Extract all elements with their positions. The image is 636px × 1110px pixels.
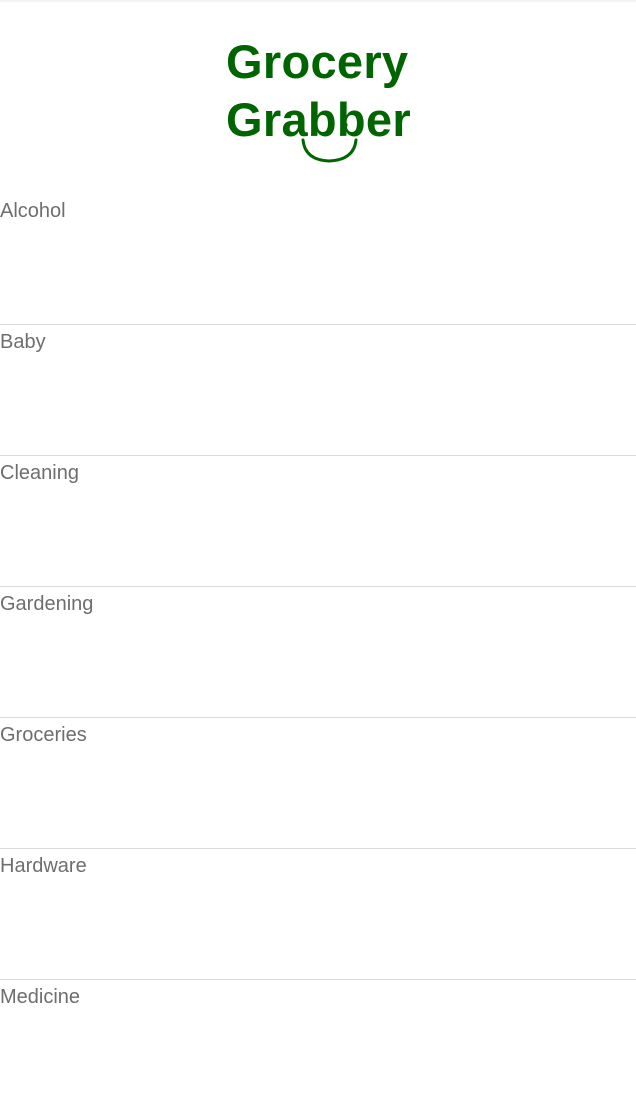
category-label: Alcohol xyxy=(0,200,66,222)
smile-mouth xyxy=(301,138,358,163)
smile-icon xyxy=(301,122,358,163)
smile-eye-left xyxy=(312,122,318,128)
category-item-groceries[interactable]: Groceries xyxy=(0,718,636,849)
category-item-cleaning[interactable]: Cleaning xyxy=(0,456,636,587)
app-header: Grocery Grabber xyxy=(0,0,636,196)
category-item-medicine[interactable]: Medicine xyxy=(0,980,636,1110)
category-label: Baby xyxy=(0,331,46,353)
category-item-hardware[interactable]: Hardware xyxy=(0,849,636,980)
category-item-baby[interactable]: Baby xyxy=(0,325,636,456)
category-list: Alcohol Baby Cleaning Gardening Grocerie… xyxy=(0,194,636,1110)
category-label: Cleaning xyxy=(0,462,79,484)
smile-eye-right xyxy=(342,122,348,128)
category-label: Groceries xyxy=(0,724,87,746)
category-label: Medicine xyxy=(0,986,81,1008)
category-item-alcohol[interactable]: Alcohol xyxy=(0,194,636,325)
app-logo: Grocery Grabber xyxy=(226,36,416,166)
category-label: Gardening xyxy=(0,593,94,615)
category-label: Hardware xyxy=(0,855,87,877)
category-item-gardening[interactable]: Gardening xyxy=(0,587,636,718)
